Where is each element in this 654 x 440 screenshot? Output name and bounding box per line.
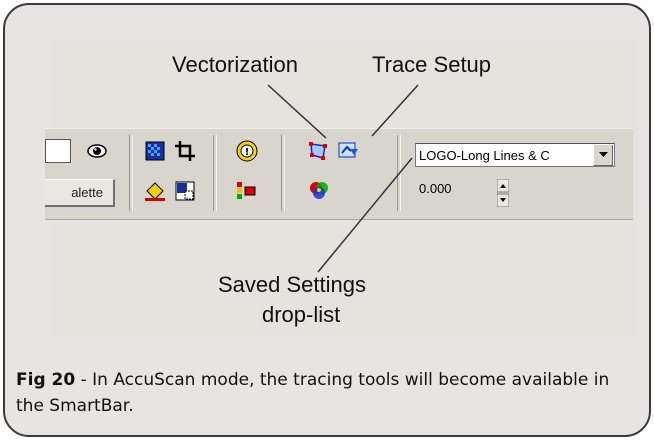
figure-number: Fig 20: [16, 370, 76, 390]
caption-text: - In AccuScan mode, the tracing tools wi…: [16, 370, 610, 416]
figure-caption: Fig 20 - In AccuScan mode, the tracing t…: [16, 367, 616, 419]
